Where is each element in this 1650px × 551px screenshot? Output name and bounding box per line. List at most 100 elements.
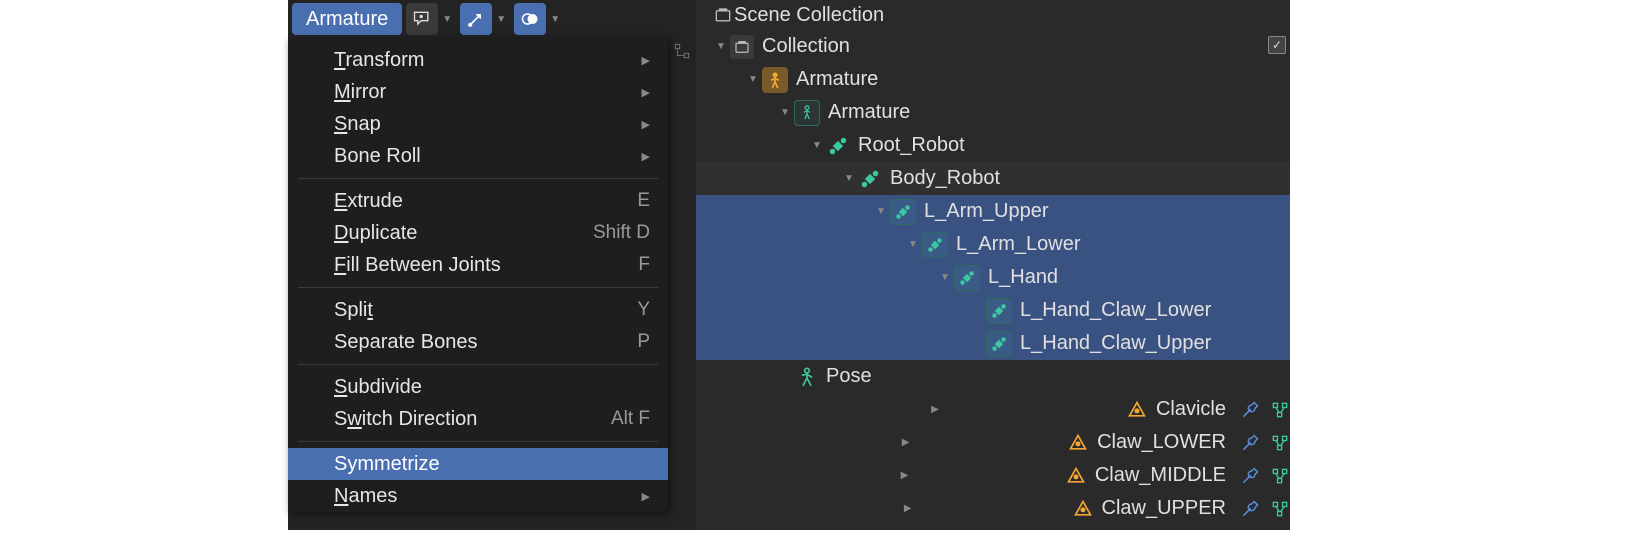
disclosure-triangle-icon[interactable] [842,173,856,184]
disclosure-triangle-icon[interactable] [778,107,792,118]
menu-item-label: Split [334,299,373,322]
submenu-arrow-icon: ▶ [642,118,650,131]
bone-icon [858,167,882,191]
bone-label: Body_Robot [890,167,1000,190]
disclosure-triangle-icon[interactable] [746,437,1065,448]
menu-item-transform[interactable]: Transform▶ [288,44,668,76]
bone-label: L_Arm_Upper [924,200,1049,223]
collection-checkbox[interactable]: ✓ [1268,36,1286,54]
menu-shortcut: Shift D [593,222,650,244]
bone-label: L_Hand_Claw_Upper [1020,332,1211,355]
rig-icon [1270,466,1290,486]
collection-icon [730,35,754,59]
armature-data-icon [794,100,820,126]
armature-data-row[interactable]: Armature [696,96,1290,129]
bone-row-body[interactable]: Body_Robot [696,162,1290,195]
menu-separator [298,364,658,365]
bone-selected-icon [890,199,916,225]
submenu-arrow-icon: ▶ [642,490,650,503]
submenu-arrow-icon: ▶ [642,86,650,99]
menu-item-symmetrize[interactable]: Symmetrize [288,448,668,480]
rig-icon [1270,499,1290,519]
disclosure-triangle-icon[interactable] [938,272,952,283]
menu-item-label: Snap [334,113,381,136]
vgroup-row-claw-middle[interactable]: Claw_MIDDLE [696,459,1290,492]
chevron-down-icon[interactable]: ▼ [546,14,564,25]
pose-row[interactable]: Pose [696,360,1290,393]
menu-item-label: Extrude [334,190,403,213]
menu-item-names[interactable]: Names ▶ [288,480,668,512]
armature-object-row[interactable]: Armature [696,63,1290,96]
bone-row-arm-upper[interactable]: L_Arm_Upper [696,195,1290,228]
disclosure-triangle-icon[interactable] [714,41,728,52]
vgroup-label: Claw_LOWER [1097,431,1226,454]
chevron-down-icon[interactable]: ▼ [438,14,456,25]
armature-menu-button[interactable]: Armature [292,3,402,35]
menu-item-separate-bones[interactable]: Separate BonesP [288,326,668,358]
collection-row[interactable]: Collection ✓ [696,30,1290,63]
vgroup-label: Clavicle [1156,398,1226,421]
disclosure-triangle-icon[interactable] [746,503,1070,514]
menu-item-extrude[interactable]: ExtrudeE [288,185,668,217]
bone-row-claw-upper[interactable]: L_Hand_Claw_Upper [696,327,1290,360]
viewport-panel: Armature ▼ ▼ ▼ Transform▶ Mirror ▶ Snap ▶ [288,0,696,530]
vgroup-row-claw-lower[interactable]: Claw_LOWER [696,426,1290,459]
disclosure-triangle-icon[interactable] [746,470,1063,481]
menu-item-mirror[interactable]: Mirror ▶ [288,76,668,108]
menu-item-split[interactable]: SplitY [288,294,668,326]
wrench-icon [1240,499,1260,519]
menu-shortcut: Alt F [611,408,650,430]
submenu-arrow-icon: ▶ [642,150,650,163]
vgroup-label: Claw_UPPER [1102,497,1226,520]
menu-item-switch-direction[interactable]: Switch DirectionAlt F [288,403,668,435]
collection-label: Collection [762,35,850,58]
gizmo-tool-button[interactable] [460,3,492,35]
bone-row-hand[interactable]: L_Hand [696,261,1290,294]
chevron-down-icon[interactable]: ▼ [492,14,510,25]
armature-dropdown-menu: Transform▶ Mirror ▶ Snap ▶ Bone Roll ▶ ExtrudeE… [288,38,668,512]
disclosure-triangle-icon[interactable] [746,404,1124,415]
menu-item-bone-roll[interactable]: Bone Roll ▶ [288,140,668,172]
menu-item-label: Names [334,485,397,508]
pose-label: Pose [826,365,872,388]
disclosure-triangle-icon[interactable] [810,140,824,151]
disclosure-triangle-icon[interactable] [874,206,888,217]
scene-collection-row[interactable]: Scene Collection [696,0,1290,30]
overlay-tool-button[interactable] [514,3,546,35]
vertex-group-icon [1072,498,1094,520]
vgroup-label: Claw_MIDDLE [1095,464,1226,487]
bone-row-claw-lower[interactable]: L_Hand_Claw_Lower [696,294,1290,327]
bone-selected-icon [954,265,980,291]
gizmo-arrow-icon [466,9,486,29]
submenu-arrow-icon: ▶ [642,54,650,67]
vgroup-row-claw-upper[interactable]: Claw_UPPER [696,492,1290,525]
pose-icon [796,366,818,388]
disclosure-triangle-icon[interactable] [906,239,920,250]
menu-item-label: Bone Roll [334,145,421,168]
menu-item-fill-between-joints[interactable]: Fill Between JointsF [288,249,668,281]
menu-item-label: Separate Bones [334,331,477,354]
menu-item-snap[interactable]: Snap ▶ [288,108,668,140]
armature-object-icon [762,67,788,93]
vertex-group-icon [1065,465,1087,487]
disclosure-triangle-icon[interactable] [746,74,760,85]
eye-tag-icon [412,9,432,29]
rig-icon [1270,433,1290,453]
menu-item-duplicate[interactable]: DuplicateShift D [288,217,668,249]
bone-row-arm-lower[interactable]: L_Arm_Lower [696,228,1290,261]
menu-separator [298,441,658,442]
visibility-tool-button[interactable] [406,3,438,35]
menu-item-label: Mirror [334,81,386,104]
bone-label: L_Hand [988,266,1058,289]
viewport-tree-icon [673,42,691,60]
vgroup-row-clavicle[interactable]: Clavicle [696,393,1290,426]
wrench-icon [1240,400,1260,420]
menu-item-subdivide[interactable]: Subdivide [288,371,668,403]
bone-selected-icon [986,331,1012,357]
rig-icon [1270,400,1290,420]
wrench-icon [1240,466,1260,486]
overlay-circles-icon [520,9,540,29]
menu-separator [298,178,658,179]
bone-row-root[interactable]: Root_Robot [696,129,1290,162]
menu-item-label: Fill Between Joints [334,254,501,277]
